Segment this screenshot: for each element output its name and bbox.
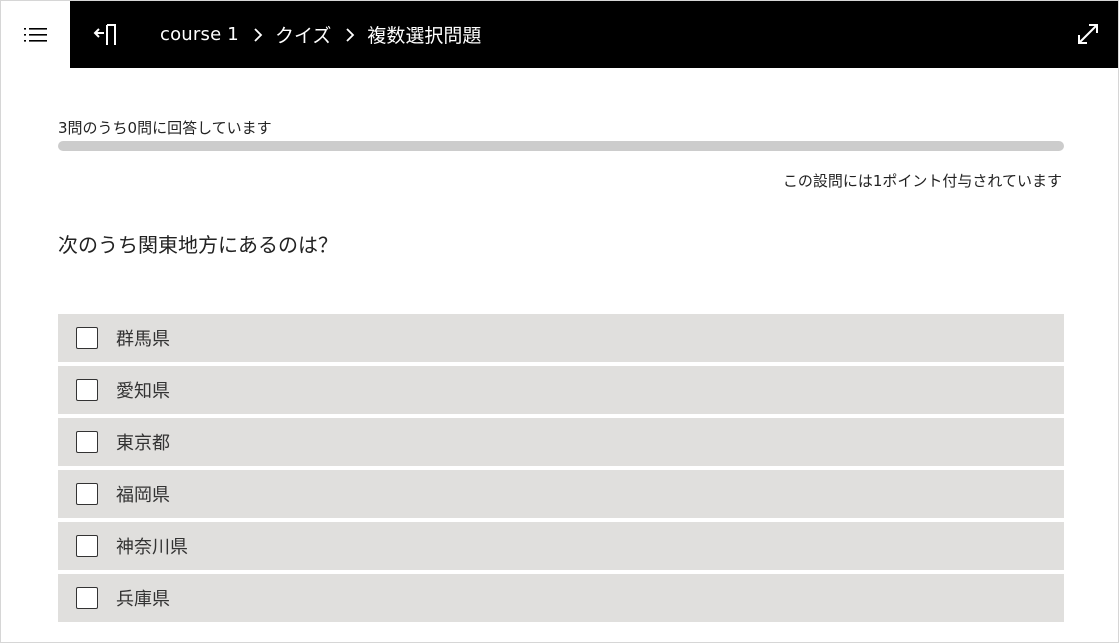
checkbox[interactable] <box>76 327 98 349</box>
progress-text: 3問のうち0問に回答しています <box>58 119 272 137</box>
expand-button[interactable] <box>1074 20 1102 48</box>
quiz-window: course 1 クイズ 複数選択問題 3問のうち0問に回答しています この設問… <box>0 0 1119 643</box>
progress-bar <box>58 141 1064 151</box>
question-text: 次のうち関東地方にあるのは？ <box>58 233 338 257</box>
option-item[interactable]: 愛知県 <box>58 366 1064 414</box>
exit-door-icon <box>93 24 116 45</box>
option-item[interactable]: 福岡県 <box>58 470 1064 518</box>
option-item[interactable]: 兵庫県 <box>58 574 1064 622</box>
options-list: 群馬県 愛知県 東京都 福岡県 神奈川県 兵庫県 <box>58 314 1064 626</box>
option-label: 東京都 <box>116 433 170 454</box>
expand-arrows-icon <box>1078 24 1098 44</box>
option-label: 福岡県 <box>116 485 170 506</box>
breadcrumb-page: 複数選択問題 <box>367 25 482 47</box>
top-bar: course 1 クイズ 複数選択問題 <box>70 1 1118 68</box>
menu-button[interactable] <box>1 1 70 68</box>
checkbox[interactable] <box>76 431 98 453</box>
exit-button[interactable] <box>92 21 120 49</box>
checkbox[interactable] <box>76 379 98 401</box>
breadcrumb-course[interactable]: course 1 <box>160 24 239 45</box>
breadcrumb-section[interactable]: クイズ <box>275 21 331 48</box>
option-item[interactable]: 東京都 <box>58 418 1064 466</box>
checkbox[interactable] <box>76 535 98 557</box>
checkbox[interactable] <box>76 587 98 609</box>
option-label: 愛知県 <box>116 381 170 402</box>
option-label: 兵庫県 <box>116 589 170 610</box>
option-item[interactable]: 神奈川県 <box>58 522 1064 570</box>
points-text: この設問には1ポイント付与されています <box>782 172 1062 190</box>
option-label: 神奈川県 <box>116 537 188 558</box>
chevron-right-icon <box>253 27 263 43</box>
chevron-right-icon <box>345 27 355 43</box>
option-label: 群馬県 <box>116 329 170 350</box>
option-item[interactable]: 群馬県 <box>58 314 1064 362</box>
list-menu-icon <box>23 27 47 42</box>
checkbox[interactable] <box>76 483 98 505</box>
breadcrumb: course 1 クイズ 複数選択問題 <box>160 1 481 68</box>
